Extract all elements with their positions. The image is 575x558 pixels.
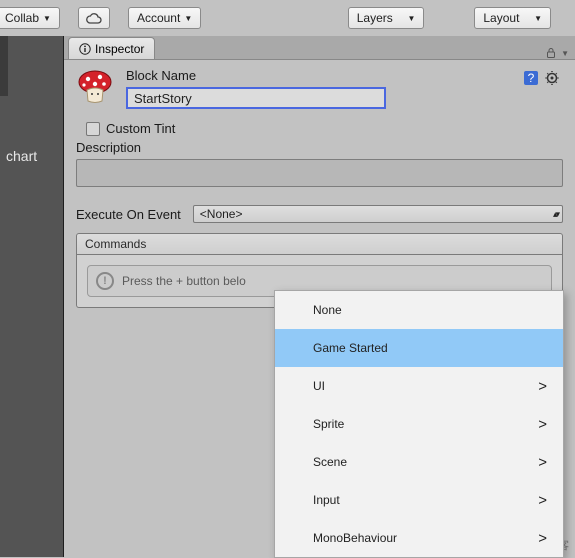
block-name-label: Block Name [126, 68, 386, 83]
dropdown-item-monobehaviour[interactable]: MonoBehaviour > [275, 519, 563, 557]
dropdown-item-label: Input [313, 493, 340, 507]
top-toolbar: Collab ▼ Account ▼ Layers ▼ Layout ▼ [0, 0, 575, 36]
collab-button[interactable]: Collab ▼ [0, 7, 60, 29]
gear-icon[interactable] [545, 70, 561, 86]
layers-button[interactable]: Layers ▼ [348, 7, 425, 29]
dropdown-item-none[interactable]: None [275, 291, 563, 329]
execute-label: Execute On Event [76, 207, 181, 222]
account-button[interactable]: Account ▼ [128, 7, 201, 29]
caret-down-icon: ▼ [43, 14, 51, 23]
dropdown-item-game-started[interactable]: Game Started [275, 329, 563, 367]
inspector-tab-row: Inspector ▼ [64, 36, 575, 60]
help-icon[interactable]: ? [523, 70, 539, 86]
chevron-right-icon: > [538, 530, 547, 547]
tab-menu-icon[interactable]: ▼ [561, 49, 569, 58]
dropdown-item-input[interactable]: Input > [275, 481, 563, 519]
execute-on-event-row: Execute On Event <None> ▴▾ [76, 205, 563, 223]
chevron-right-icon: > [538, 378, 547, 395]
dropdown-item-ui[interactable]: UI > [275, 367, 563, 405]
mushroom-icon [76, 68, 114, 106]
layout-button[interactable]: Layout ▼ [474, 7, 551, 29]
exclaim-icon: ! [96, 272, 114, 290]
svg-text:?: ? [528, 71, 535, 85]
layers-label: Layers [357, 11, 393, 25]
sidebar: chart [0, 36, 64, 557]
inspector-tab-label: Inspector [95, 42, 144, 56]
custom-tint-row: Custom Tint [86, 121, 563, 136]
dropdown-item-label: None [313, 303, 342, 317]
chevron-right-icon: > [538, 492, 547, 509]
caret-down-icon: ▼ [407, 14, 415, 23]
dropdown-item-label: MonoBehaviour [313, 531, 397, 545]
dropdown-item-label: Sprite [313, 417, 344, 431]
cloud-button[interactable] [78, 7, 110, 29]
description-label: Description [76, 140, 563, 155]
dropdown-item-scene[interactable]: Scene > [275, 443, 563, 481]
info-icon [79, 43, 91, 55]
block-name-field: Block Name [126, 68, 386, 109]
collab-label: Collab [5, 11, 39, 25]
dropdown-item-label: Scene [313, 455, 347, 469]
caret-down-icon: ▼ [534, 14, 542, 23]
commands-hint: Press the + button belo [122, 274, 246, 288]
commands-header: Commands [76, 233, 563, 255]
account-label: Account [137, 11, 180, 25]
custom-tint-checkbox[interactable] [86, 122, 100, 136]
execute-dropdown-value: <None> [200, 207, 243, 221]
sidebar-rail[interactable] [0, 36, 8, 96]
layout-label: Layout [483, 11, 519, 25]
custom-tint-label: Custom Tint [106, 121, 175, 136]
dropdown-item-label: Game Started [313, 341, 388, 355]
dropdown-item-sprite[interactable]: Sprite > [275, 405, 563, 443]
description-input[interactable] [76, 159, 563, 187]
lock-icon[interactable] [545, 47, 557, 59]
sidebar-panel-label: chart [0, 144, 63, 168]
chevron-right-icon: > [538, 454, 547, 471]
caret-down-icon: ▼ [184, 14, 192, 23]
execute-dropdown-menu: NoneGame StartedUI>Sprite>Scene>Input>Mo… [274, 290, 564, 558]
inspector-tab-right: ▼ [545, 47, 575, 59]
execute-dropdown[interactable]: <None> ▴▾ [193, 205, 563, 223]
block-name-input[interactable] [126, 87, 386, 109]
block-header: Block Name ? [76, 68, 563, 109]
chevron-right-icon: > [538, 416, 547, 433]
updown-icon: ▴▾ [553, 209, 558, 220]
inspector-tab[interactable]: Inspector [68, 37, 155, 59]
cloud-icon [85, 12, 103, 24]
dropdown-item-label: UI [313, 379, 325, 393]
inspector-body: Block Name ? Custom Tint Description Exe… [64, 60, 575, 316]
